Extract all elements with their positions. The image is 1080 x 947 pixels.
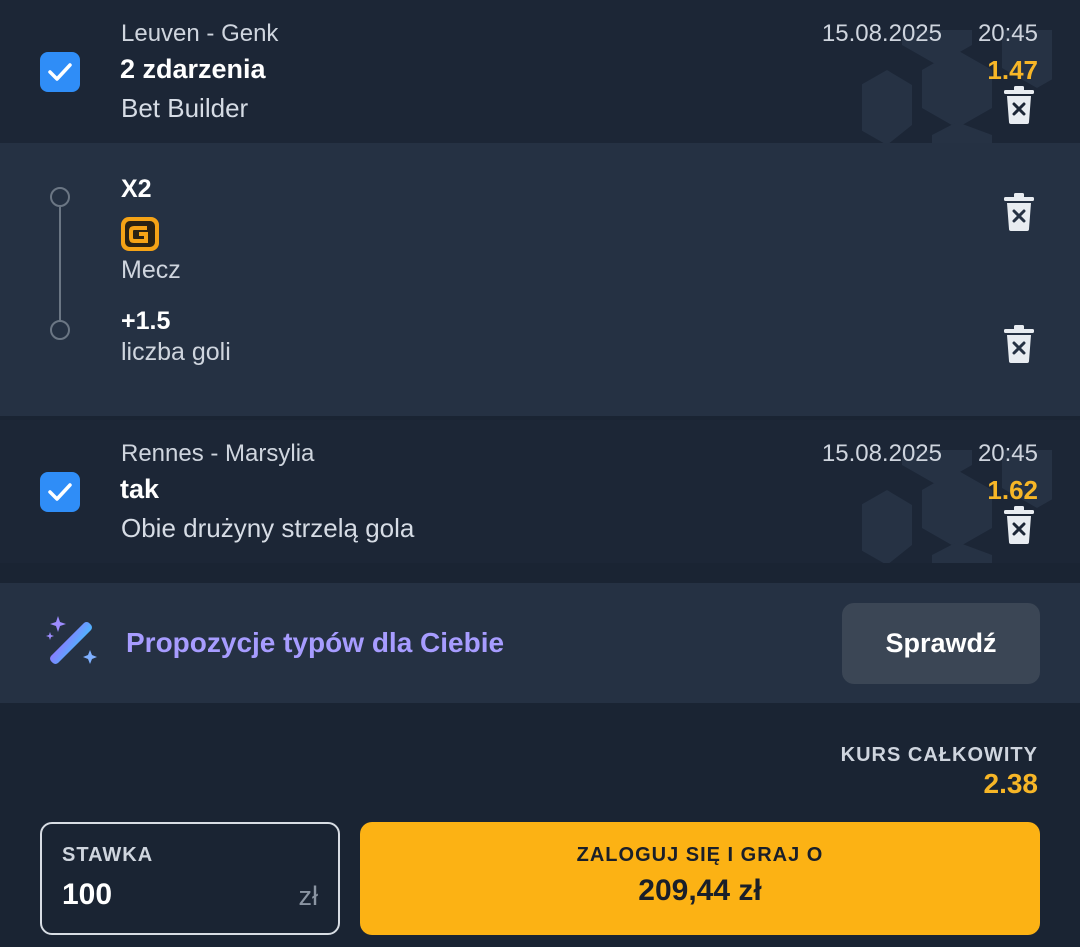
trash-icon[interactable] [1002,193,1036,231]
match-date: 15.08.2025 [821,440,942,467]
bet-market: Bet Builder [121,93,249,123]
total-odds-value: 2.38 [983,768,1039,799]
trash-icon[interactable] [1002,86,1036,124]
potential-win-amount: 209,44 zł [638,874,762,907]
suggestion-text[interactable]: Propozycje typów dla Ciebie [126,627,504,659]
match-name: Rennes - Marsylia [121,440,315,467]
login-and-play-button[interactable]: ZALOGUJ SIĘ I GRAJ O 209,44 zł [360,822,1040,935]
checkbox-check-icon [48,63,72,81]
stake-value[interactable]: 100 [62,878,112,912]
timeline-dot [50,320,70,340]
bet-title: tak [120,474,160,504]
match-date: 15.08.2025 [821,20,942,47]
trash-icon[interactable] [1002,325,1036,363]
stake-input[interactable]: STAWKA 100 zł [40,822,340,935]
bet-odds: 1.47 [987,55,1038,85]
total-odds-label: KURS CAŁKOWITY [840,744,1038,766]
selection-title: X2 [121,175,152,203]
g-badge-icon [121,217,159,251]
bet-card-1: Leuven - Genk 2 zdarzenia Bet Builder 15… [0,0,1080,143]
stake-label: STAWKA [62,844,154,866]
check-suggestions-button[interactable]: Sprawdź [842,603,1040,684]
match-name: Leuven - Genk [121,20,279,47]
bet-checkbox[interactable] [40,52,80,92]
magic-wand-icon [46,616,97,664]
selection-market: liczba goli [121,338,231,366]
bet-checkbox[interactable] [40,472,80,512]
match-time: 20:45 [977,440,1038,467]
login-button-label: ZALOGUJ SIĘ I GRAJ O [576,844,824,866]
checkbox-check-icon [48,483,72,501]
timeline-dot [50,187,70,207]
timeline-line [59,207,61,327]
bet-market: Obie drużyny strzelą gola [121,513,415,543]
match-time: 20:45 [977,20,1038,47]
selection-title: +1.5 [121,307,171,335]
bet-card-2: Rennes - Marsylia tak Obie drużyny strze… [0,420,1080,563]
stake-currency: zł [298,881,319,911]
selection-market: Mecz [121,256,181,284]
bet-title: 2 zdarzenia [120,54,266,84]
trash-icon[interactable] [1002,506,1036,544]
bet-odds: 1.62 [987,475,1038,505]
